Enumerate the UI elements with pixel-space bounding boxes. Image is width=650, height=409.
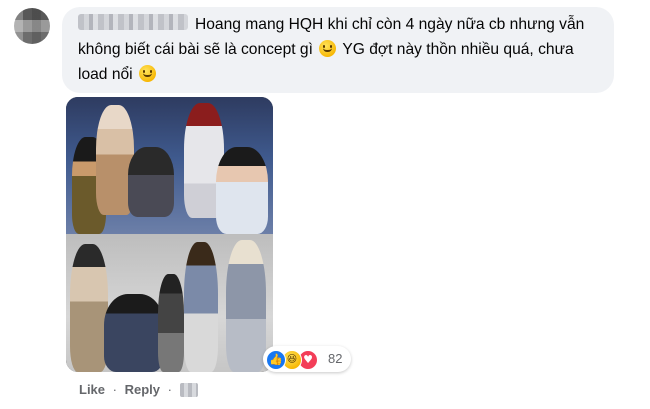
slightly-smiling-face-icon	[138, 65, 156, 82]
attached-photo[interactable]	[66, 97, 273, 372]
reaction-count: 82	[328, 351, 343, 366]
photo-top-panel	[66, 97, 273, 234]
avatar[interactable]	[14, 8, 50, 44]
separator: ·	[167, 382, 172, 398]
timestamp-blurred[interactable]	[179, 382, 198, 397]
slightly-smiling-face-icon	[319, 40, 337, 57]
comment-actions: Like · Reply ·	[79, 381, 198, 397]
like-icon: 👍	[266, 350, 286, 370]
like-button[interactable]: Like	[79, 382, 105, 397]
separator: ·	[112, 382, 117, 398]
reply-button[interactable]: Reply	[125, 382, 160, 397]
reactions-summary[interactable]: 👍 😆 ♥ 82	[263, 346, 351, 372]
comment-text: Hoang mang HQH khi chỉ còn 4 ngày nữa cb…	[78, 12, 598, 87]
photo-bottom-panel	[66, 234, 273, 372]
